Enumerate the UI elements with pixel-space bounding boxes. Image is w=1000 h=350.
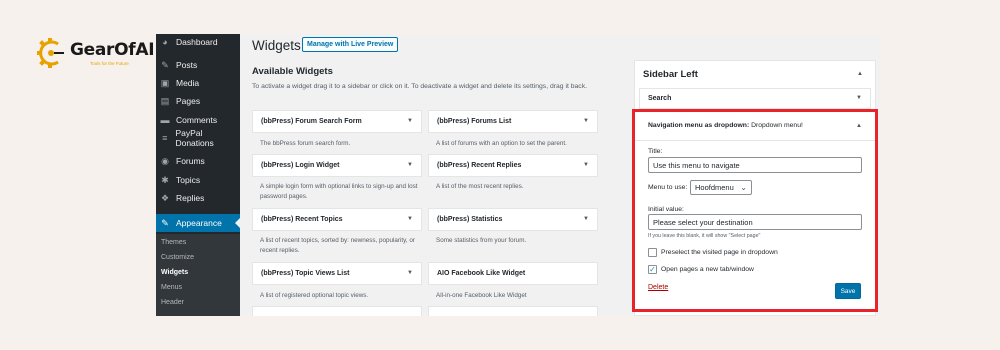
- widget-name: (bbPress) Statistics: [437, 216, 503, 223]
- widget-recent-replies[interactable]: (bbPress) Recent Replies ▼: [428, 154, 598, 177]
- comments-icon: ▬: [160, 115, 170, 125]
- menu-item-pages[interactable]: ▤ Pages: [156, 92, 240, 110]
- menu-item-dashboard[interactable]: ◕ Dashboard: [156, 34, 240, 51]
- menu-item-topics[interactable]: ✱ Topics: [156, 171, 240, 189]
- pin-icon: ✎: [161, 59, 169, 70]
- caret-down-icon[interactable]: ▼: [583, 162, 589, 168]
- available-widgets-title: Available Widgets: [252, 66, 333, 77]
- submenu-header[interactable]: Header: [161, 299, 184, 306]
- menu-item-comments[interactable]: ▬ Comments: [156, 111, 240, 129]
- menu-label: Posts: [176, 60, 198, 70]
- dashboard-icon: ◕: [162, 37, 168, 47]
- widget-description: A list of recent topics, sorted by: newn…: [260, 237, 415, 254]
- admin-sidebar: ◕ Dashboard ✎ Posts ▣ Media ▤ Pages ▬ Co…: [156, 34, 240, 316]
- available-widgets-description: To activate a widget drag it to a sideba…: [252, 83, 587, 90]
- menu-label: Pages: [176, 96, 201, 106]
- wordpress-screenshot: ◕ Dashboard ✎ Posts ▣ Media ▤ Pages ▬ Co…: [156, 34, 880, 316]
- gearofai-logo: GearOfAI Tools for the Future: [34, 36, 155, 72]
- widget-forums-list[interactable]: (bbPress) Forums List ▼: [428, 110, 598, 133]
- widget-name: (bbPress) Forums List: [437, 118, 512, 125]
- submenu-customize[interactable]: Customize: [161, 254, 194, 261]
- widget-description: A simple login form with optional links …: [260, 183, 418, 200]
- widget-partial[interactable]: [428, 306, 598, 316]
- forums-icon: ◉: [161, 155, 169, 166]
- widget-topic-views[interactable]: (bbPress) Topic Views List ▼: [252, 262, 422, 285]
- widget-login[interactable]: (bbPress) Login Widget ▼: [252, 154, 422, 177]
- widget-name: (bbPress) Topic Views List: [261, 270, 350, 277]
- widget-statistics[interactable]: (bbPress) Statistics ▼: [428, 208, 598, 231]
- widget-description: The bbPress forum search form.: [260, 140, 351, 147]
- widget-forum-search[interactable]: (bbPress) Forum Search Form ▼: [252, 110, 422, 133]
- appearance-icon: ✎: [161, 217, 169, 228]
- menu-label: Dashboard: [176, 37, 218, 47]
- submenu-menus[interactable]: Menus: [161, 284, 182, 291]
- widget-description: Some statistics from your forum.: [436, 237, 527, 244]
- widget-name: (bbPress) Recent Replies: [437, 162, 522, 169]
- menu-item-appearance[interactable]: ✎ Appearance: [156, 214, 240, 232]
- caret-down-icon[interactable]: ▼: [583, 216, 589, 222]
- menu-item-forums[interactable]: ◉ Forums: [156, 152, 240, 170]
- widget-name: (bbPress) Recent Topics: [261, 216, 343, 223]
- menu-item-posts[interactable]: ✎ Posts: [156, 56, 240, 74]
- submenu-themes[interactable]: Themes: [161, 239, 186, 246]
- caret-up-icon[interactable]: ▲: [857, 71, 863, 77]
- paypal-icon: ≡: [162, 133, 168, 143]
- replies-icon: ❖: [160, 192, 170, 203]
- widget-name: (bbPress) Forum Search Form: [261, 118, 362, 125]
- caret-down-icon[interactable]: ▼: [407, 270, 413, 276]
- widget-partial[interactable]: [252, 306, 422, 316]
- menu-label: Appearance: [176, 218, 222, 228]
- menu-item-media[interactable]: ▣ Media: [156, 74, 240, 92]
- caret-down-icon[interactable]: ▼: [583, 118, 589, 124]
- widget-name: AIO Facebook Like Widget: [437, 270, 526, 277]
- highlight-box: [632, 109, 878, 312]
- logo-name: GearOfAI: [70, 40, 155, 60]
- caret-down-icon[interactable]: ▼: [407, 162, 413, 168]
- menu-label: Replies: [176, 193, 205, 203]
- live-preview-button[interactable]: Manage with Live Preview: [302, 37, 399, 52]
- widget-name: Search: [648, 95, 672, 102]
- logo-tagline: Tools for the Future: [90, 61, 129, 66]
- pages-icon: ▤: [160, 95, 170, 106]
- widget-aio-facebook[interactable]: AIO Facebook Like Widget: [428, 262, 598, 285]
- sidebar-left-title[interactable]: Sidebar Left: [643, 69, 698, 80]
- widget-recent-topics[interactable]: (bbPress) Recent Topics ▼: [252, 208, 422, 231]
- menu-label: Comments: [176, 115, 218, 125]
- search-widget[interactable]: Search ▼: [639, 88, 871, 109]
- caret-down-icon[interactable]: ▼: [856, 95, 862, 101]
- widget-description: A list of forums with an option to set t…: [436, 140, 567, 147]
- gear-icon: [37, 38, 64, 68]
- menu-label: Media: [176, 78, 200, 88]
- widget-description: A list of the most recent replies.: [436, 183, 524, 190]
- menu-label: PayPal Donations: [175, 128, 214, 148]
- menu-label: Forums: [176, 156, 205, 166]
- menu-item-replies[interactable]: ❖ Replies: [156, 189, 240, 207]
- media-icon: ▣: [160, 77, 170, 88]
- appearance-submenu: Themes Customize Widgets Menus Header: [156, 234, 240, 316]
- menu-item-paypal[interactable]: ≡ PayPal Donations: [156, 128, 240, 148]
- caret-down-icon[interactable]: ▼: [407, 118, 413, 124]
- widget-name: (bbPress) Login Widget: [261, 162, 340, 169]
- submenu-widgets[interactable]: Widgets: [161, 269, 188, 276]
- widget-description: All-in-one Facebook Like Widget: [436, 292, 527, 299]
- caret-down-icon[interactable]: ▼: [407, 216, 413, 222]
- page-title: Widgets: [252, 38, 301, 53]
- menu-label: Topics: [176, 175, 201, 185]
- topics-icon: ✱: [161, 174, 169, 185]
- widget-description: A list of registered optional topic view…: [260, 292, 369, 299]
